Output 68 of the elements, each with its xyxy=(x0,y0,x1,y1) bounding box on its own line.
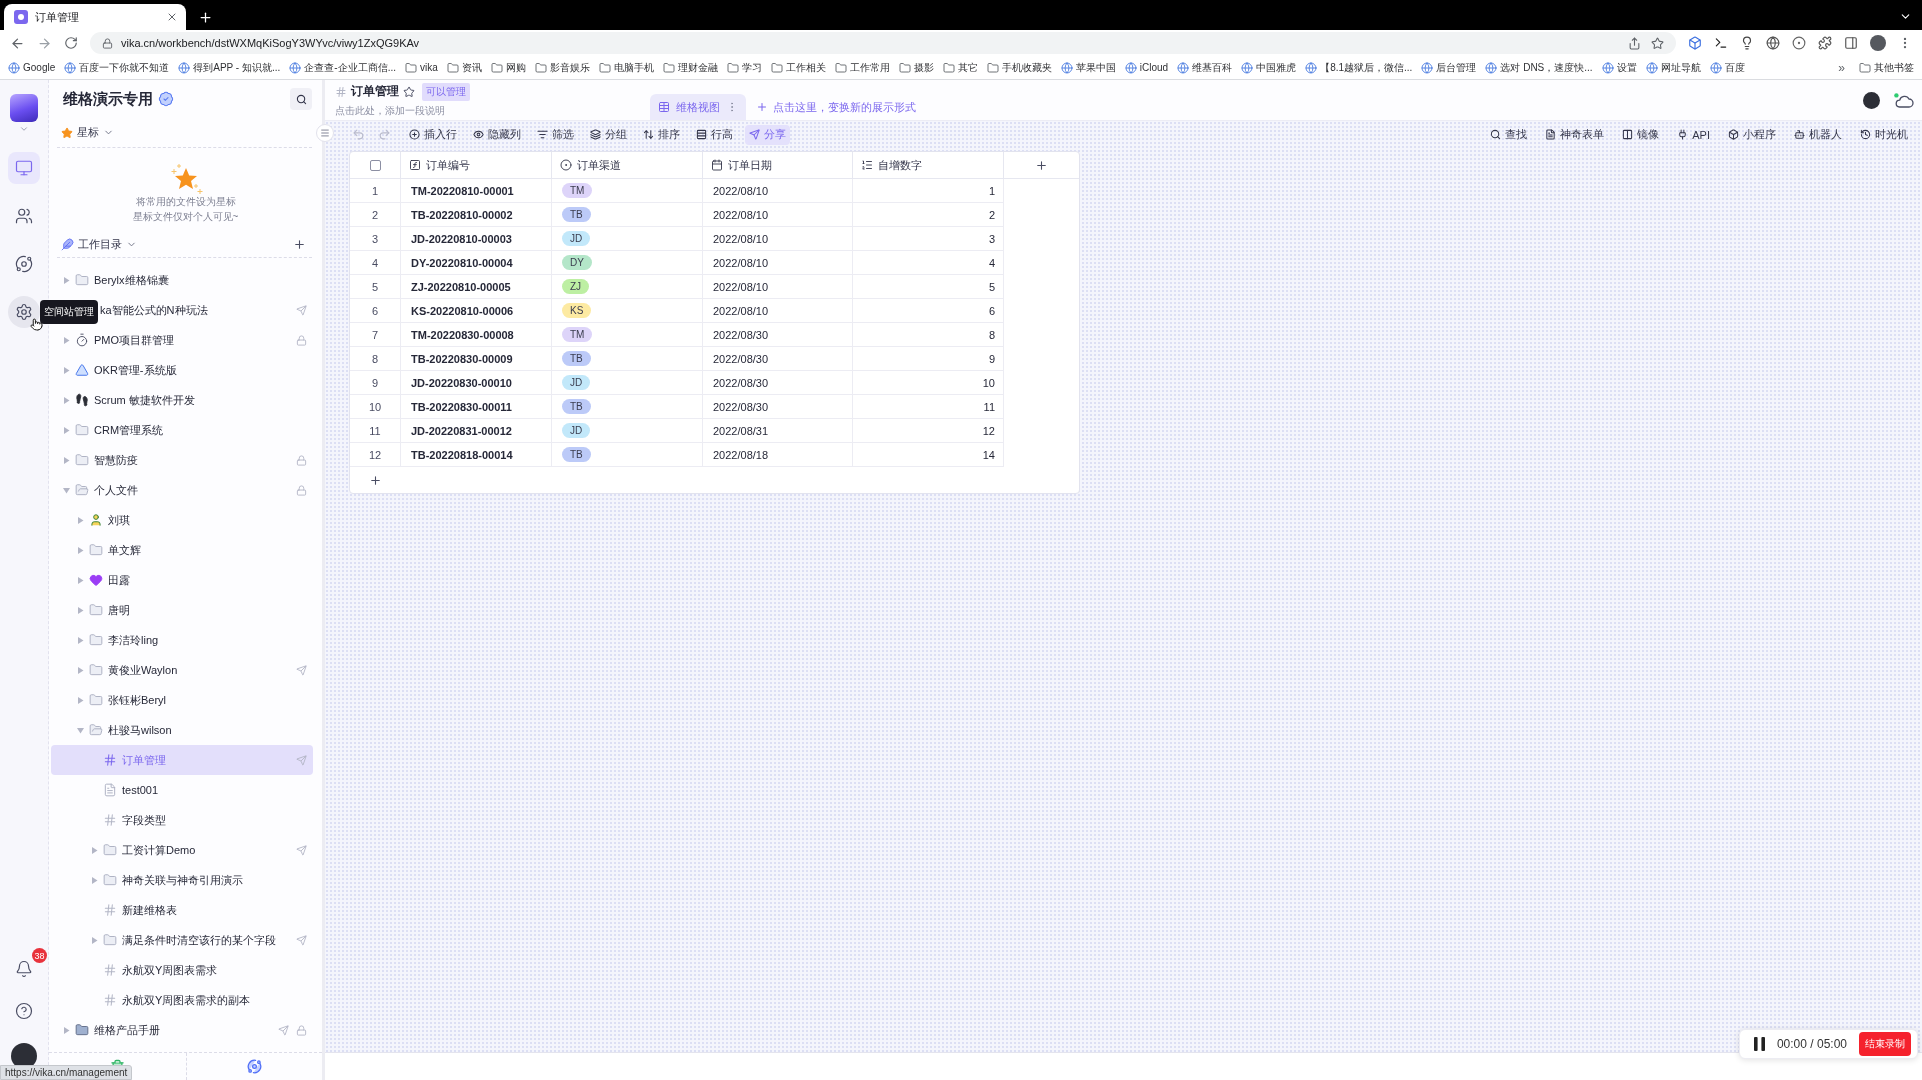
table-cell: 2 xyxy=(853,203,1004,227)
table-cell: TB-20220830-00009 xyxy=(401,347,552,371)
permission-badge: 可以管理 xyxy=(422,82,470,101)
row-number: 8 xyxy=(350,347,401,371)
table-cell: TM-20220810-00001 xyxy=(401,179,552,203)
channel-tag: TM xyxy=(562,327,593,342)
timer-text: 00:00 / 05:00 xyxy=(1776,1037,1847,1051)
empty-hint-text: 将常用的文件设为星标 xyxy=(135,195,236,209)
row-number: 3 xyxy=(350,227,401,251)
table-cell: JD-20220810-00003 xyxy=(401,227,552,251)
table-cell: TB-20220818-00014 xyxy=(401,443,552,467)
channel-tag: TB xyxy=(562,447,591,462)
table-cell: 2022/08/31 xyxy=(703,419,853,443)
channel-tag: TB xyxy=(562,207,591,222)
table-cell: 5 xyxy=(853,275,1004,299)
table-cell: 10 xyxy=(853,371,1004,395)
table-cell: 1 xyxy=(853,179,1004,203)
table-cell: TB-20220830-00011 xyxy=(401,395,552,419)
table-cell: ZJ-20220810-00005 xyxy=(401,275,552,299)
table-cell: 2022/08/30 xyxy=(703,347,853,371)
row-number: 2 xyxy=(350,203,401,227)
empty-hint-text: 星标文件仅对个人可见~ xyxy=(132,210,239,224)
table-cell: 11 xyxy=(853,395,1004,419)
table-cell: 2022/08/30 xyxy=(703,323,853,347)
table-cell: 2022/08/10 xyxy=(703,251,853,275)
channel-tag: JD xyxy=(562,375,591,390)
channel-tag: JD xyxy=(562,423,591,438)
table-cell: 4 xyxy=(853,251,1004,275)
table-cell: 2022/08/30 xyxy=(703,371,853,395)
row-number: 12 xyxy=(350,443,401,467)
row-number: 7 xyxy=(350,323,401,347)
table-cell: JD-20220831-00012 xyxy=(401,419,552,443)
channel-tag: TB xyxy=(562,399,591,414)
table-cell: 2022/08/30 xyxy=(703,395,853,419)
table-cell: 6 xyxy=(853,299,1004,323)
tooltip: 空间站管理 xyxy=(40,300,98,324)
row-number: 5 xyxy=(350,275,401,299)
channel-tag: KS xyxy=(562,303,592,318)
table-cell: 2022/08/18 xyxy=(703,443,853,467)
table-cell: TB-20220810-00002 xyxy=(401,203,552,227)
table-cell: JD-20220830-00010 xyxy=(401,371,552,395)
table-cell: 2022/08/10 xyxy=(703,203,853,227)
table-cell: 9 xyxy=(853,347,1004,371)
channel-tag: DY xyxy=(562,255,592,270)
row-number: 4 xyxy=(350,251,401,275)
table-cell: 12 xyxy=(853,419,1004,443)
table-cell: DY-20220810-00004 xyxy=(401,251,552,275)
table-cell: 8 xyxy=(853,323,1004,347)
notification-badge: 38 xyxy=(32,948,47,963)
table-cell: 3 xyxy=(853,227,1004,251)
table-cell: 2022/08/10 xyxy=(703,275,853,299)
space-name: 维格演示专用 xyxy=(63,89,153,109)
row-number: 11 xyxy=(350,419,401,443)
url-status-tooltip: https://vika.cn/management xyxy=(0,1065,133,1080)
table-cell: 2022/08/10 xyxy=(703,299,853,323)
row-number: 10 xyxy=(350,395,401,419)
channel-tag: TM xyxy=(562,183,593,198)
table-cell: TM-20220830-00008 xyxy=(401,323,552,347)
table-cell: 2022/08/10 xyxy=(703,227,853,251)
channel-tag: ZJ xyxy=(562,279,590,294)
row-number: 6 xyxy=(350,299,401,323)
table-cell: 14 xyxy=(853,443,1004,467)
table-cell: 2022/08/10 xyxy=(703,179,853,203)
table-cell: KS-20220810-00006 xyxy=(401,299,552,323)
channel-tag: JD xyxy=(562,231,591,246)
row-number: 9 xyxy=(350,371,401,395)
channel-tag: TB xyxy=(562,351,591,366)
row-number: 1 xyxy=(350,179,401,203)
